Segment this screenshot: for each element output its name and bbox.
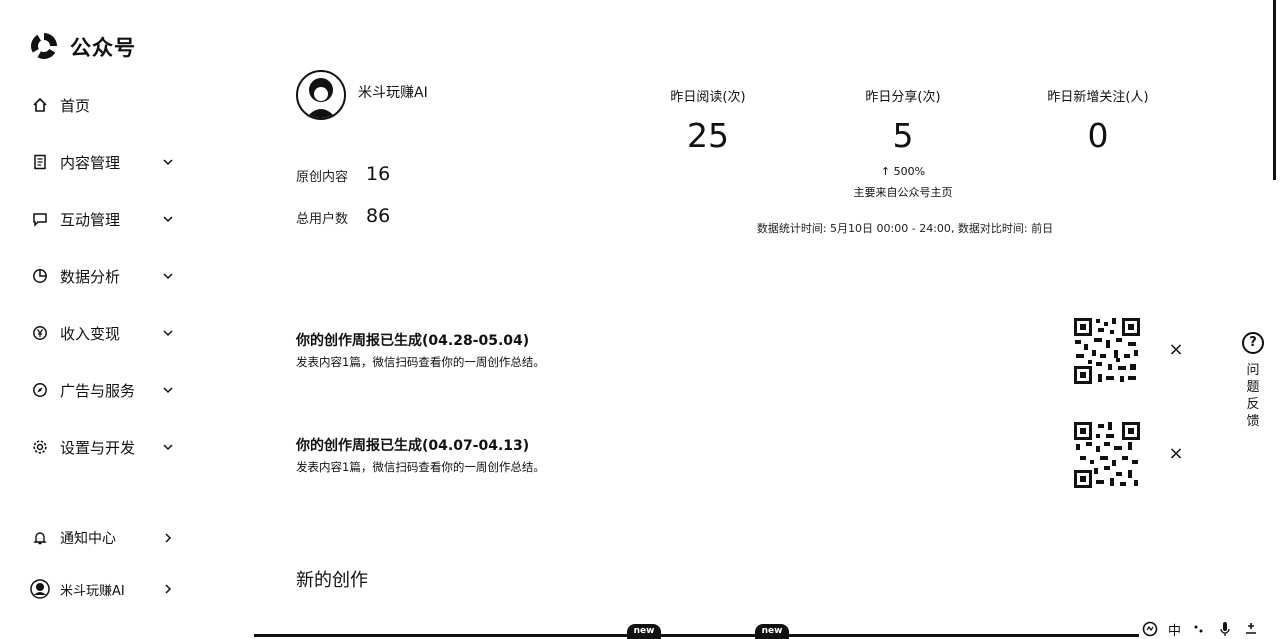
sidebar-item-label: 内容管理 <box>60 153 121 172</box>
chevron-down-icon[interactable] <box>160 211 176 227</box>
shares-delta: ↑ 500% <box>880 165 926 178</box>
original-content-count: 16 <box>366 163 391 185</box>
stats-time-note: 数据统计时间: 5月10日 00:00 - 24:00, 数据对比时间: 前日 <box>756 222 1054 235</box>
scrollbar[interactable] <box>1273 0 1276 180</box>
compass-icon <box>30 380 50 400</box>
keyboard-icon[interactable] <box>1243 621 1259 637</box>
shares-label: 昨日分享(次) <box>865 90 941 105</box>
sidebar-item-partial <box>34 497 154 507</box>
sidebar-item-ads[interactable]: 广告与服务 <box>30 376 190 404</box>
wechat-logo-icon[interactable] <box>28 30 60 62</box>
chevron-down-icon[interactable] <box>160 439 176 455</box>
total-users-label: 总用户数 <box>296 212 349 227</box>
chevron-down-icon[interactable] <box>160 154 176 170</box>
total-users-count: 86 <box>366 205 391 227</box>
sidebar-item-label: 通知中心 <box>60 531 116 547</box>
reads-value: 25 <box>687 116 729 155</box>
sidebar-item-label: 设置与开发 <box>60 438 136 457</box>
brand-title: 公众号 <box>70 36 136 60</box>
reads-label: 昨日阅读(次) <box>670 90 746 105</box>
chevron-down-icon[interactable] <box>160 325 176 341</box>
follows-label: 昨日新增关注(人) <box>1047 90 1149 105</box>
sidebar-item-interaction[interactable]: 互动管理 <box>30 205 190 233</box>
microphone-icon[interactable] <box>1217 621 1233 637</box>
shares-value: 5 <box>892 116 914 155</box>
original-content-label: 原创内容 <box>296 170 349 185</box>
sidebar-item-analytics[interactable]: 数据分析 <box>30 262 190 290</box>
report-subtitle: 发表内容1篇，微信扫码查看你的一周创作总结。 <box>296 355 545 369</box>
new-badge[interactable]: new <box>755 624 789 639</box>
follows-value: 0 <box>1087 116 1109 155</box>
sidebar-item-notifications[interactable]: 通知中心 <box>30 524 190 552</box>
ime-language[interactable]: 中 <box>1168 620 1181 639</box>
chevron-right-icon[interactable] <box>160 581 176 597</box>
punctuation-icon[interactable] <box>1191 621 1207 637</box>
new-creation-title: 新的创作 <box>296 570 368 591</box>
close-icon[interactable]: × <box>1166 444 1186 464</box>
system-tray: 中 <box>1142 620 1259 639</box>
report-title[interactable]: 你的创作周报已生成(04.28-05.04) <box>296 330 529 350</box>
chevron-right-icon[interactable] <box>160 530 176 546</box>
taskbar-divider <box>254 634 1139 637</box>
account-name: 米斗玩赚AI <box>358 85 428 101</box>
sidebar-item-monetization[interactable]: 收入变现 <box>30 319 190 347</box>
document-icon <box>30 152 50 172</box>
sidebar-item-label: 米斗玩赚AI <box>60 583 125 599</box>
sidebar-item-label: 广告与服务 <box>60 381 136 400</box>
close-icon[interactable]: × <box>1166 340 1186 360</box>
sidebar-item-label: 互动管理 <box>60 210 121 229</box>
sidebar-item-label: 数据分析 <box>60 267 121 286</box>
feedback-button[interactable]: ? 问 题 反 馈 <box>1240 332 1266 430</box>
help-icon: ? <box>1242 332 1264 354</box>
report-title[interactable]: 你的创作周报已生成(04.07-04.13) <box>296 435 529 455</box>
shares-source: 主要来自公众号主页 <box>853 186 953 199</box>
report-subtitle: 发表内容1篇，微信扫码查看你的一周创作总结。 <box>296 460 545 474</box>
chevron-down-icon[interactable] <box>160 382 176 398</box>
yen-icon <box>30 323 50 343</box>
chat-icon <box>30 209 50 229</box>
pie-chart-icon <box>30 266 50 286</box>
qr-code-icon <box>1072 316 1142 386</box>
gear-icon <box>30 437 50 457</box>
avatar-icon <box>30 579 50 599</box>
sidebar-item-account[interactable]: 米斗玩赚AI <box>30 575 190 603</box>
sidebar-item-home[interactable]: 首页 <box>30 91 190 119</box>
bell-icon <box>30 528 50 548</box>
assistant-icon[interactable] <box>1142 621 1158 637</box>
qr-code-icon <box>1072 420 1142 490</box>
account-avatar[interactable] <box>296 70 346 120</box>
sidebar-item-label: 收入变现 <box>60 324 121 343</box>
sidebar-item-content[interactable]: 内容管理 <box>30 148 190 176</box>
sidebar-item-settings[interactable]: 设置与开发 <box>30 433 190 461</box>
feedback-label: 问 题 反 馈 <box>1246 363 1260 429</box>
chevron-down-icon[interactable] <box>160 268 176 284</box>
sidebar-item-label: 首页 <box>60 96 91 115</box>
home-icon <box>30 95 50 115</box>
new-badge[interactable]: new <box>627 624 661 639</box>
